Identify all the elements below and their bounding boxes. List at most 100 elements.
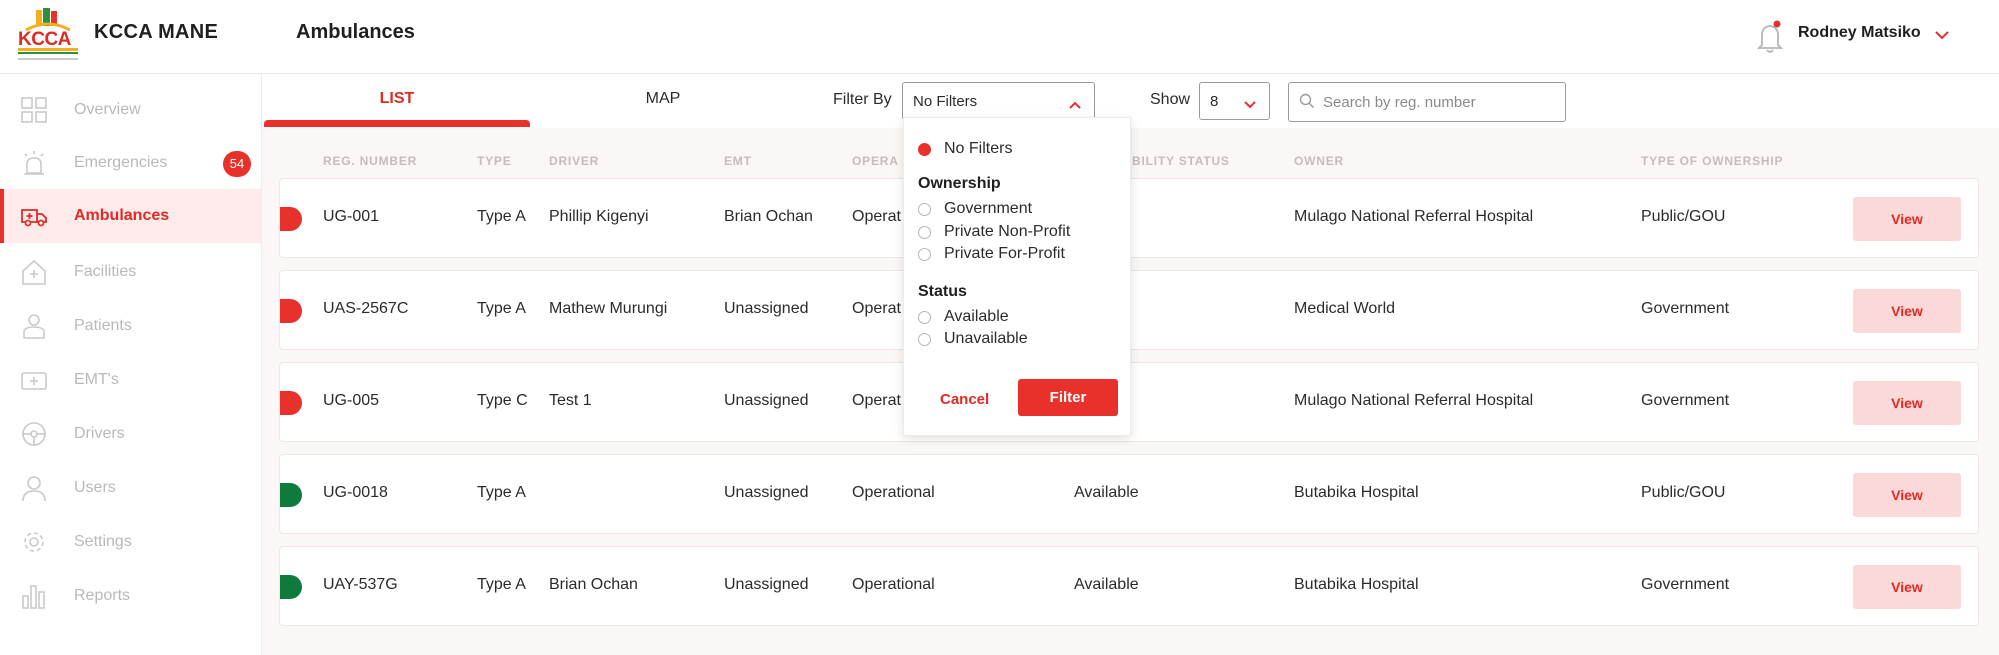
availability-cell: Available [1074, 576, 1139, 593]
option-unavailable[interactable]: Unavailable [944, 330, 1028, 348]
reg-number-cell: UG-0018 [323, 484, 388, 501]
emt-cell: Unassigned [724, 576, 809, 593]
sidebar-item-label: Overview [74, 101, 141, 118]
option-no-filters[interactable]: No Filters [944, 140, 1012, 158]
page-title: Ambulances [296, 21, 415, 43]
sidebar-item-drivers[interactable]: Drivers [0, 407, 261, 461]
radio-unavailable[interactable] [918, 333, 931, 346]
logo-text: KCCA [18, 29, 71, 50]
filter-by-label: Filter By [833, 91, 892, 108]
table-row: UAY-537G Type A Brian Ochan Unassigned O… [279, 546, 1979, 626]
siren-icon [20, 149, 48, 177]
chevron-down-icon [1243, 97, 1257, 109]
page-size-value: 8 [1210, 93, 1219, 110]
option-government[interactable]: Government [944, 200, 1032, 218]
radio-private-non-profit[interactable] [918, 226, 931, 239]
option-available[interactable]: Available [944, 308, 1009, 326]
ownership-heading: Ownership [918, 175, 1001, 192]
bar-chart-icon [20, 582, 48, 610]
page-size-select[interactable]: 8 [1199, 82, 1270, 120]
sidebar-item-label: Facilities [74, 263, 137, 280]
operational-status-cell: Operat [852, 392, 901, 409]
radio-available[interactable] [918, 311, 931, 324]
top-header: KCCA KCCA MANE Ambulances Rodney Matsiko [0, 0, 1999, 74]
sidebar-item-overview[interactable]: Overview [0, 83, 261, 137]
operational-status-cell: Operational [852, 484, 935, 501]
sidebar-item-label: Emergencies [74, 154, 168, 171]
option-private-non-profit[interactable]: Private Non-Profit [944, 223, 1070, 241]
search-box[interactable] [1288, 82, 1566, 122]
column-header-owner: OWNER [1294, 154, 1344, 168]
sidebar-item-users[interactable]: Users [0, 461, 261, 515]
sidebar: Overview Emergencies 54 Ambulances Facil… [0, 74, 262, 655]
operational-status-cell: Operat [852, 300, 901, 317]
search-input[interactable] [1323, 91, 1553, 113]
sidebar-item-emts[interactable]: EMT's [0, 353, 261, 407]
facility-icon [20, 258, 48, 286]
emt-cell: Brian Ochan [724, 208, 813, 225]
sidebar-item-label: Settings [74, 533, 132, 550]
status-marker [280, 483, 302, 507]
column-header-availability-status: BILITY STATUS [1132, 154, 1230, 168]
operational-status-cell: Operat [852, 208, 901, 225]
sidebar-item-facilities[interactable]: Facilities [0, 245, 261, 299]
view-button[interactable]: View [1853, 473, 1961, 517]
type-cell: Type C [477, 392, 528, 409]
column-header-operational-status: OPERA [852, 154, 899, 168]
emt-cell: Unassigned [724, 392, 809, 409]
view-button[interactable]: View [1853, 289, 1961, 333]
option-private-for-profit[interactable]: Private For-Profit [944, 245, 1065, 263]
status-marker [280, 299, 302, 323]
owner-cell: Mulago National Referral Hospital [1294, 208, 1534, 225]
sidebar-item-patients[interactable]: Patients [0, 299, 261, 353]
ownership-cell: Public/GOU [1641, 484, 1726, 501]
ambulance-icon [20, 202, 48, 230]
emt-icon [20, 366, 48, 394]
column-header-type: TYPE [477, 154, 512, 168]
radio-private-for-profit[interactable] [918, 248, 931, 261]
owner-cell: Butabika Hospital [1294, 484, 1419, 501]
type-cell: Type A [477, 484, 526, 501]
user-name[interactable]: Rodney Matsiko [1798, 24, 1921, 42]
status-marker [280, 575, 302, 599]
sidebar-item-ambulances[interactable]: Ambulances [0, 189, 261, 243]
owner-cell: Butabika Hospital [1294, 576, 1419, 593]
cancel-button[interactable]: Cancel [940, 391, 989, 408]
driver-cell: Test 1 [549, 392, 592, 409]
emt-cell: Unassigned [724, 300, 809, 317]
filter-select[interactable]: No Filters [902, 82, 1095, 120]
reg-number-cell: UAS-2567C [323, 300, 409, 317]
tab-map[interactable]: MAP [530, 74, 796, 128]
ownership-cell: Government [1641, 300, 1730, 317]
availability-cell: Available [1074, 484, 1139, 501]
status-marker [280, 391, 302, 415]
sidebar-item-reports[interactable]: Reports [0, 569, 261, 623]
reg-number-cell: UG-005 [323, 392, 380, 409]
emergencies-count-badge: 54 [223, 151, 251, 177]
sidebar-item-emergencies[interactable]: Emergencies 54 [0, 136, 261, 190]
type-cell: Type A [477, 208, 526, 225]
view-button[interactable]: View [1853, 381, 1961, 425]
sidebar-item-settings[interactable]: Settings [0, 515, 261, 569]
ownership-cell: Government [1641, 576, 1730, 593]
owner-cell: Medical World [1294, 300, 1396, 317]
operational-status-cell: Operational [852, 576, 935, 593]
column-header-reg-number: REG. NUMBER [323, 154, 418, 168]
ownership-cell: Government [1641, 392, 1730, 409]
ownership-cell: Public/GOU [1641, 208, 1726, 225]
emt-cell: Unassigned [724, 484, 809, 501]
gear-icon [20, 528, 48, 556]
search-icon [1299, 93, 1315, 109]
view-button[interactable]: View [1853, 197, 1961, 241]
view-button[interactable]: View [1853, 565, 1961, 609]
sidebar-item-label: Ambulances [74, 207, 170, 224]
status-heading: Status [918, 283, 967, 300]
user-icon [20, 474, 48, 502]
active-tab-indicator [264, 120, 530, 127]
reg-number-cell: UAY-537G [323, 576, 398, 593]
radio-no-filters[interactable] [918, 143, 931, 156]
notification-bell-icon[interactable] [1752, 18, 1788, 56]
apply-filter-button[interactable]: Filter [1018, 379, 1118, 416]
radio-government[interactable] [918, 203, 931, 216]
user-menu-chevron-icon[interactable] [1934, 28, 1950, 40]
